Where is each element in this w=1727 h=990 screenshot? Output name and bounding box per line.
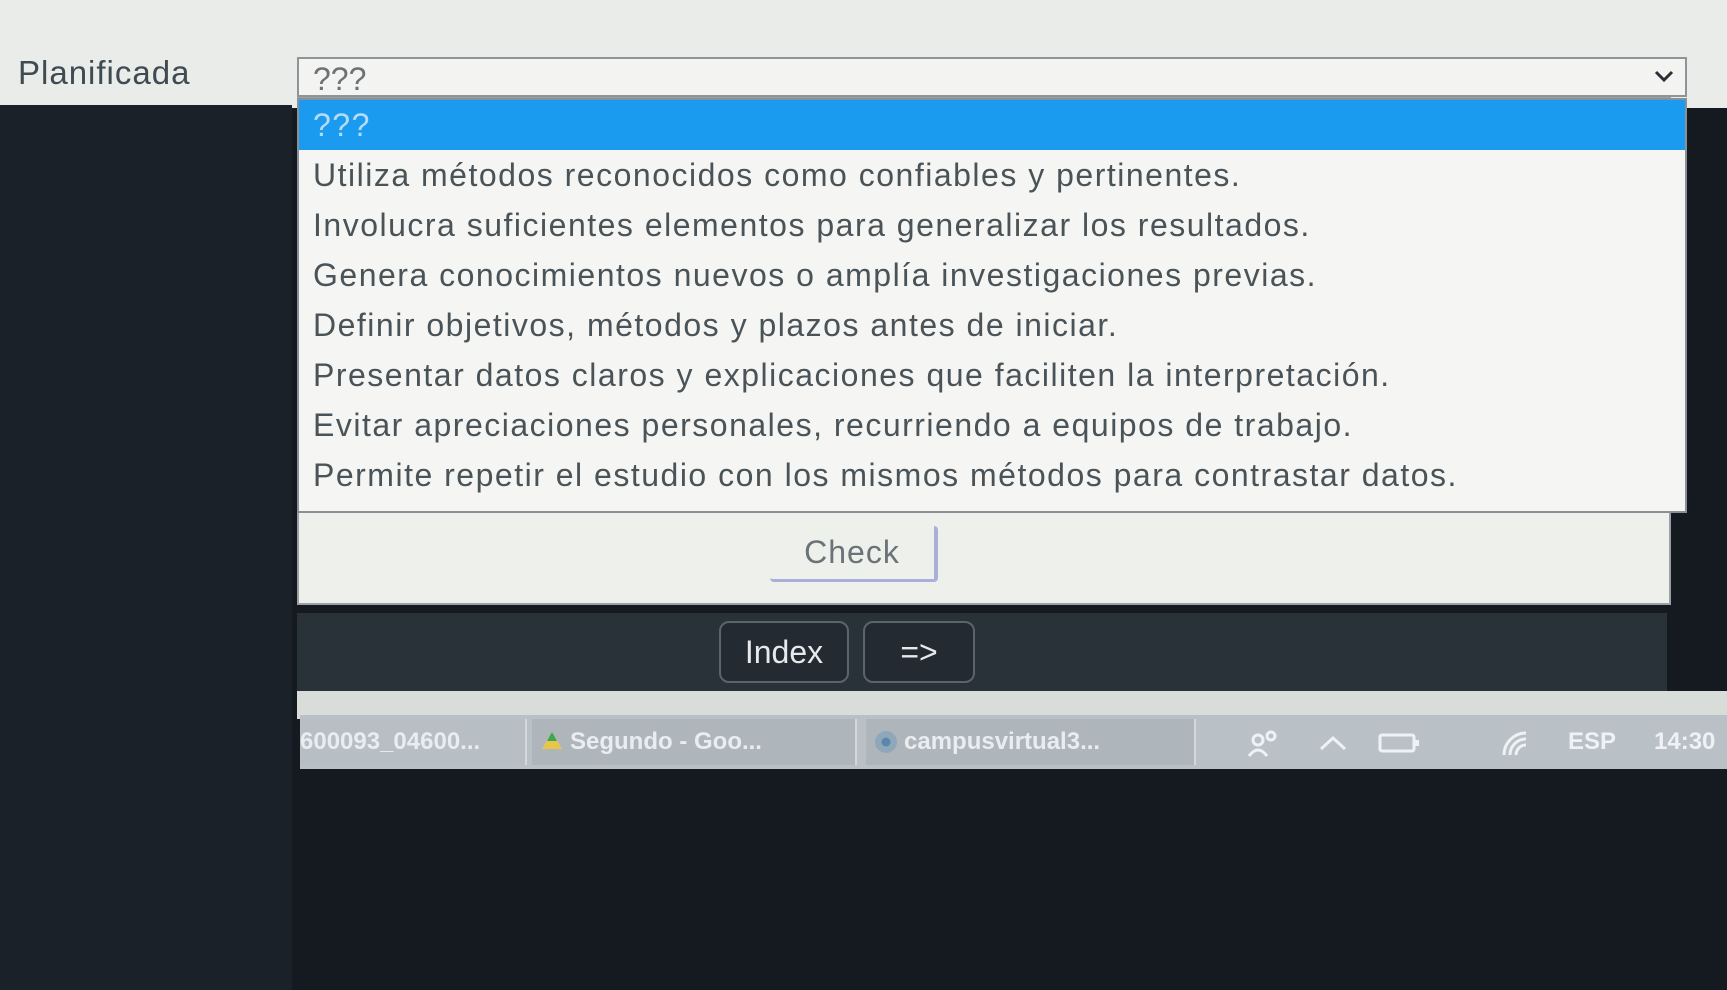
taskbar-item-drive[interactable]: Segundo - Goo... xyxy=(532,719,857,765)
left-panel xyxy=(0,105,292,990)
navigation-bar: Index => xyxy=(297,613,1667,691)
select-option[interactable]: Permite repetir el estudio con los mismo… xyxy=(299,450,1685,500)
select-value: ??? xyxy=(313,61,367,97)
taskbar-item-chrome[interactable]: campusvirtual3... xyxy=(866,719,1196,765)
taskbar-clock[interactable]: 14:30 xyxy=(1654,715,1715,769)
taskbar-item-label: campusvirtual3... xyxy=(904,728,1101,755)
select-option[interactable]: Presentar datos claros y explicaciones q… xyxy=(299,350,1685,400)
taskbar-item-label: 600093_04600... xyxy=(300,728,481,755)
select-option[interactable]: Utiliza métodos reconocidos como confiab… xyxy=(299,150,1685,200)
chrome-icon xyxy=(875,731,897,753)
answer-select[interactable]: ??? xyxy=(297,57,1687,97)
taskbar-item-label: Segundo - Goo... xyxy=(570,728,762,755)
select-option[interactable]: Involucra suficientes elementos para gen… xyxy=(299,200,1685,250)
wifi-icon[interactable] xyxy=(1500,715,1534,769)
google-drive-icon xyxy=(542,732,562,749)
next-button[interactable]: => xyxy=(863,621,975,683)
taskbar-item-file[interactable]: 600093_04600... xyxy=(300,719,527,765)
chevron-down-icon xyxy=(1654,70,1674,83)
select-option[interactable]: Genera conocimientos nuevos o amplía inv… xyxy=(299,250,1685,300)
select-option[interactable]: Evitar apreciaciones personales, recurri… xyxy=(299,400,1685,450)
field-label: Planificada xyxy=(18,54,191,91)
people-icon[interactable] xyxy=(1246,715,1282,769)
index-button[interactable]: Index xyxy=(719,621,849,683)
select-option[interactable]: ??? xyxy=(299,100,1685,150)
chevron-up-icon[interactable] xyxy=(1318,715,1348,769)
check-button[interactable]: Check xyxy=(770,526,938,582)
battery-icon[interactable] xyxy=(1378,715,1420,769)
windows-taskbar: 600093_04600... Segundo - Goo... campusv… xyxy=(300,715,1727,769)
select-dropdown-list: ??? Utiliza métodos reconocidos como con… xyxy=(297,98,1687,513)
language-indicator[interactable]: ESP xyxy=(1568,715,1616,769)
select-option[interactable]: Definir objetivos, métodos y plazos ante… xyxy=(299,300,1685,350)
